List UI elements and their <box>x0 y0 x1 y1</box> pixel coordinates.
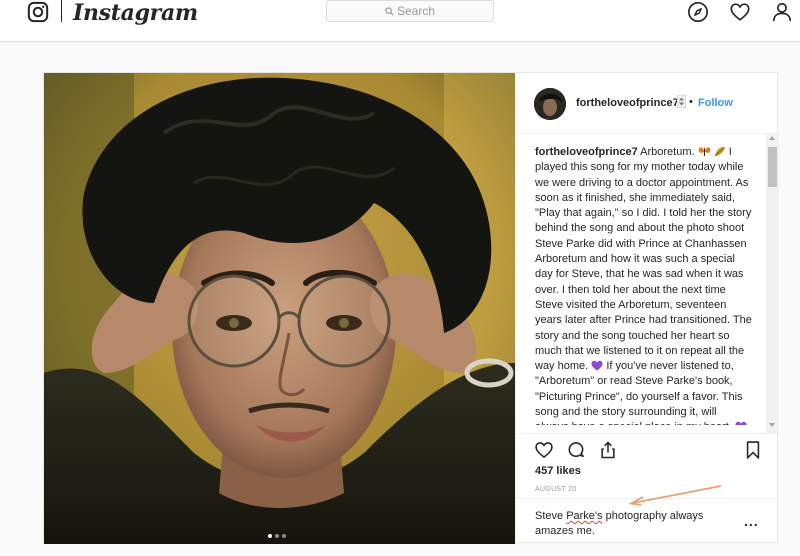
caption-text-2: I played this song for my mother today w… <box>535 146 752 373</box>
caption-scrollbar[interactable] <box>766 133 779 433</box>
search-input[interactable]: Search <box>326 0 494 22</box>
search-placeholder: Search <box>396 4 436 18</box>
comment-spellcheck-word: Parke's <box>566 510 603 522</box>
sort-arrows-icon <box>677 95 686 108</box>
caption-username[interactable]: fortheloveofprince7 <box>535 146 638 158</box>
more-options-icon[interactable]: ... <box>744 513 759 529</box>
avatar[interactable] <box>534 88 566 120</box>
purple-heart-icon <box>591 360 603 371</box>
carousel-dot[interactable] <box>268 534 272 538</box>
likes-count[interactable]: 457 likes <box>535 465 581 477</box>
instagram-camera-icon[interactable] <box>27 1 49 23</box>
scroll-down-arrow-icon[interactable] <box>769 423 775 427</box>
heart-icon[interactable] <box>729 1 751 23</box>
post-header: fortheloveofprince7 • Follow <box>516 73 780 134</box>
butterfly-emoji-icon <box>698 147 710 156</box>
header-separator: • <box>689 96 693 108</box>
scroll-up-arrow-icon[interactable] <box>769 136 775 140</box>
scrollbar-thumb[interactable] <box>768 147 777 187</box>
carousel-indicator <box>268 525 289 543</box>
post-card: fortheloveofprince7 • Follow fortheloveo… <box>43 72 780 544</box>
bookmark-icon[interactable] <box>743 440 763 460</box>
caption-text-1: Arboretum. <box>640 146 695 158</box>
post-photo[interactable] <box>44 73 515 544</box>
follow-button[interactable]: Follow <box>698 97 733 109</box>
top-navigation-bar: Instagram Search <box>0 0 800 42</box>
logo-divider <box>61 0 62 22</box>
carousel-dot[interactable] <box>275 534 279 538</box>
purple-heart-icon <box>735 422 747 425</box>
post-sidebar: fortheloveofprince7 • Follow fortheloveo… <box>515 73 780 544</box>
search-placeholder-wrap: Search <box>327 4 493 18</box>
share-icon[interactable] <box>598 440 618 460</box>
leaf-emoji-icon <box>714 146 725 157</box>
like-heart-icon[interactable] <box>534 440 554 460</box>
post-username[interactable]: fortheloveofprince7 <box>576 97 679 109</box>
compass-icon[interactable] <box>687 1 709 23</box>
instagram-wordmark[interactable]: Instagram <box>73 0 198 26</box>
carousel-dot[interactable] <box>282 534 286 538</box>
profile-icon[interactable] <box>771 1 793 23</box>
comment-text-pre: Steve <box>535 510 567 522</box>
comment-input-area[interactable]: Steve Parke's photography always amazes … <box>516 498 780 545</box>
comment-icon[interactable] <box>566 440 586 460</box>
post-actions-bar <box>516 433 780 464</box>
portrait-image <box>44 73 515 544</box>
post-date[interactable]: AUGUST 20 <box>535 486 576 493</box>
comment-text[interactable]: Steve Parke's photography always amazes … <box>535 509 735 539</box>
post-caption: fortheloveofprince7 Arboretum. I played … <box>535 145 753 425</box>
search-icon <box>385 7 394 16</box>
